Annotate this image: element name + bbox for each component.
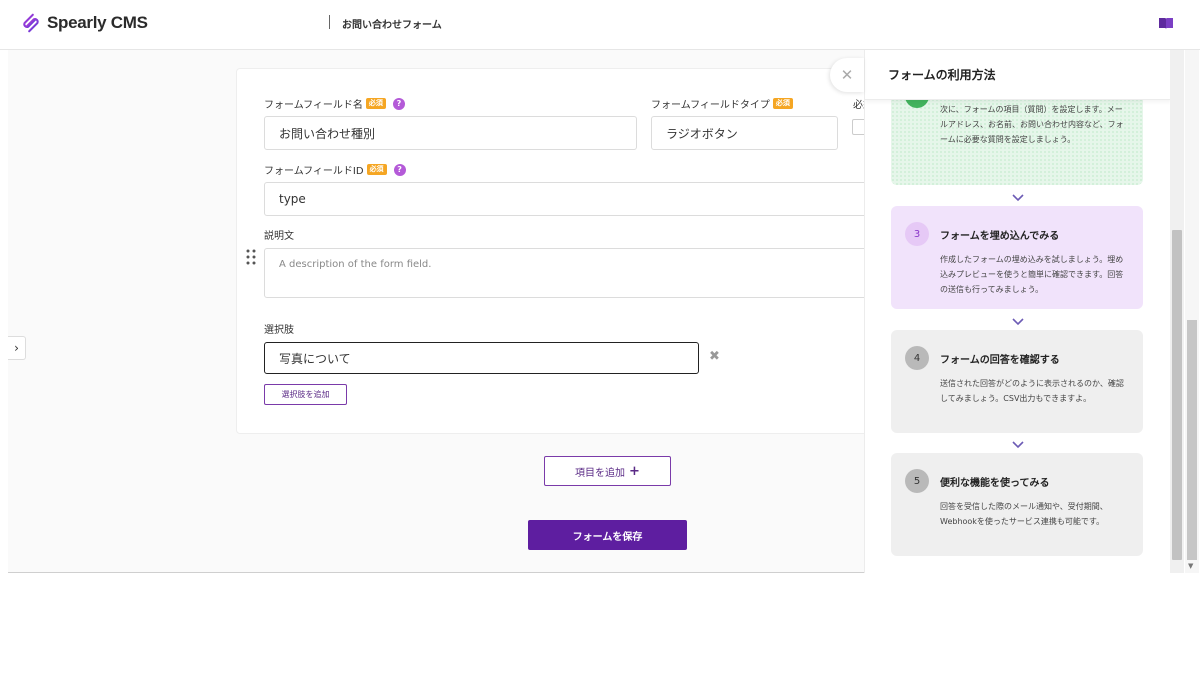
scroll-down-arrow[interactable]: ▼ <box>1188 562 1193 570</box>
logo[interactable]: Spearly CMS <box>20 12 148 34</box>
required-badge: 必須 <box>365 98 386 109</box>
add-item-button[interactable]: 項目を追加 + <box>544 456 671 486</box>
top-bar: Spearly CMS お問い合わせフォーム <box>0 0 1200 50</box>
field-type-select[interactable]: ラジオボタン <box>651 116 838 150</box>
add-choice-button[interactable]: 選択肢を追加 <box>264 384 347 405</box>
required-badge: 必須 <box>772 98 793 109</box>
guide-step-4[interactable]: 4 フォームの回答を確認する 送信された回答がどのように表示されるのか、確認して… <box>891 330 1143 433</box>
plus-icon: + <box>629 463 640 479</box>
required-badge: 必須 <box>366 164 387 175</box>
step-description: 回答を受信した際のメール通知や、受付期間、Webhookを使ったサービス連携も可… <box>940 502 1108 526</box>
form-field-card: フォームフィールド名 必須 ? お問い合わせ種別 フォームフィールドタイプ 必須… <box>236 68 884 434</box>
page-title: お問い合わせフォーム <box>342 20 442 31</box>
field-type-label: フォームフィールドタイプ 必須 <box>651 96 793 111</box>
choices-label: 選択肢 <box>264 325 294 336</box>
save-form-button[interactable]: フォームを保存 <box>528 520 687 550</box>
logo-text: Spearly CMS <box>47 13 148 32</box>
description-label: 説明文 <box>264 231 294 242</box>
help-icon[interactable]: ? <box>392 97 405 110</box>
guide-panel-header: フォームの利用方法 <box>865 50 1170 100</box>
chevron-right-icon: › <box>14 341 19 355</box>
guide-scrollbar[interactable] <box>1170 50 1184 573</box>
title-divider <box>329 15 330 29</box>
field-name-label: フォームフィールド名 必須 ? <box>264 96 405 111</box>
chevron-down-icon <box>1012 441 1024 449</box>
page-scrollbar-thumb[interactable] <box>1187 320 1197 560</box>
field-name-input[interactable]: お問い合わせ種別 <box>264 116 637 150</box>
guide-title: フォームの利用方法 <box>888 68 996 82</box>
step-description: 作成したフォームの埋め込みを試しましょう。埋め込みプレビューを使うと簡単に確認で… <box>940 255 1124 294</box>
close-icon: ✖ <box>709 349 720 364</box>
sidebar-expand-button[interactable]: › <box>8 336 26 360</box>
remove-choice-button[interactable]: ✖ <box>709 349 720 364</box>
field-id-label: フォームフィールドID 必須 ? <box>264 162 406 177</box>
description-textarea[interactable]: A description of the form field. <box>264 248 884 298</box>
guide-scrollbar-thumb[interactable] <box>1172 230 1182 560</box>
guide-panel: フォームの利用方法 次に、フォームの項目（質問）を設定します。メールアドレス、お… <box>864 50 1170 573</box>
step-number: 3 <box>905 222 929 246</box>
drag-handle-icon[interactable] <box>246 249 256 265</box>
guide-step-2: 次に、フォームの項目（質問）を設定します。メールアドレス、お名前、お問い合わせ内… <box>891 84 1143 185</box>
choice-input[interactable]: 写真について <box>264 342 699 374</box>
step-title: フォームを埋め込んでみる <box>940 231 1060 242</box>
field-id-input[interactable]: type <box>264 182 884 216</box>
step-number: 4 <box>905 346 929 370</box>
spearly-logo-icon <box>23 13 39 33</box>
page-scrollbar[interactable] <box>1185 50 1199 573</box>
step-description: 送信された回答がどのように表示されるのか、確認してみましょう。CSV出力もできま… <box>940 379 1124 403</box>
guide-step-5[interactable]: 5 便利な機能を使ってみる 回答を受信した際のメール通知や、受付期間、Webho… <box>891 453 1143 556</box>
book-icon[interactable] <box>1159 17 1173 29</box>
step-title: 便利な機能を使ってみる <box>940 478 1050 489</box>
close-guide-button[interactable]: ✕ <box>830 58 864 92</box>
help-icon[interactable]: ? <box>393 163 406 176</box>
chevron-down-icon <box>1012 318 1024 326</box>
step-number: 5 <box>905 469 929 493</box>
step-description: 次に、フォームの項目（質問）を設定します。メールアドレス、お名前、お問い合わせ内… <box>940 105 1124 144</box>
guide-step-3[interactable]: 3 フォームを埋め込んでみる 作成したフォームの埋め込みを試しましょう。埋め込み… <box>891 206 1143 309</box>
step-title: フォームの回答を確認する <box>940 355 1060 366</box>
close-icon: ✕ <box>840 66 854 84</box>
chevron-down-icon <box>1012 194 1024 202</box>
